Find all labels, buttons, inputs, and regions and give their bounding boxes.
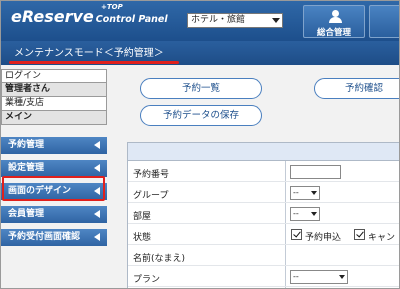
sidebar-item-settings-management[interactable]: 設定管理 <box>1 160 107 177</box>
plan-label: プラン <box>133 275 161 285</box>
highlight-underline <box>9 61 179 64</box>
triangle-left-icon <box>94 164 100 172</box>
chevron-down-icon <box>339 275 345 279</box>
group-label: グループ <box>133 191 169 201</box>
reservation-number-input[interactable] <box>290 165 341 179</box>
status-apply-checkbox[interactable] <box>291 229 302 240</box>
name-label: 名前(なまえ) <box>133 254 186 264</box>
user-info-panel: ログイン 管理者さん 業種/支店 メイン <box>1 69 107 125</box>
form-row-plan: プラン -- <box>128 267 399 287</box>
reservation-list-button[interactable]: 予約一覧 <box>140 78 262 99</box>
save-reservation-data-button[interactable]: 予約データの保存 <box>140 105 262 126</box>
sidebar-item-reservation-management[interactable]: 予約管理 <box>1 137 107 154</box>
room-select-value: -- <box>293 209 299 218</box>
top-link[interactable]: +TOP <box>101 3 123 11</box>
status-cancel-checkbox[interactable] <box>354 229 365 240</box>
triangle-left-icon <box>94 233 100 241</box>
form-row-reservation-number: 予約番号 <box>128 162 399 182</box>
sidebar-item-label: 予約受付画面確認 <box>8 232 81 242</box>
sidebar-item-label: 設定管理 <box>8 163 45 173</box>
form-row-room: 部屋 -- <box>128 204 399 224</box>
triangle-left-icon <box>94 141 100 149</box>
header-right-button[interactable] <box>369 5 399 38</box>
facility-select-value: ホテル・旅館 <box>191 15 246 25</box>
page-title: メンテナンスモード＜予約管理＞ <box>14 48 164 59</box>
sidebar-item-booking-screen-check[interactable]: 予約受付画面確認 <box>1 229 107 246</box>
group-select[interactable]: -- <box>290 186 320 200</box>
logo-sub-text: Control Panel <box>95 14 168 25</box>
plan-select-value: -- <box>293 272 299 281</box>
triangle-left-icon <box>94 210 100 218</box>
sidebar-item-member-management[interactable]: 会員管理 <box>1 206 107 223</box>
chevron-down-icon <box>272 18 280 23</box>
checkmark-icon <box>293 229 301 238</box>
login-label: ログイン <box>1 69 107 83</box>
main-label: メイン <box>1 111 107 125</box>
reservation-number-label: 予約番号 <box>133 170 170 180</box>
branch-label: 業種/支店 <box>1 97 107 111</box>
panel-header <box>128 143 399 161</box>
highlight-box <box>2 176 105 201</box>
group-select-value: -- <box>293 188 299 197</box>
form-row-group: グループ -- <box>128 183 399 203</box>
reservation-form-panel: 予約番号 グループ -- 部屋 -- 状態 予約申込 キャン 名前(なまえ) プ… <box>127 142 399 288</box>
room-select[interactable]: -- <box>290 207 320 221</box>
reservation-confirm-button[interactable]: 予約確認 <box>314 78 399 99</box>
logo-main-text: eReserve <box>11 7 94 26</box>
plan-select[interactable]: -- <box>290 270 348 284</box>
general-management-label: 総合管理 <box>316 28 351 38</box>
general-management-button[interactable]: 総合管理 <box>303 5 365 38</box>
status-cancel-label: キャン <box>368 233 396 243</box>
status-label: 状態 <box>133 233 152 243</box>
checkmark-icon <box>356 229 364 238</box>
chevron-down-icon <box>311 191 317 195</box>
app-logo: eReserve Control Panel <box>11 7 168 26</box>
chevron-down-icon <box>311 212 317 216</box>
status-apply-label: 予約申込 <box>305 233 342 243</box>
header-bar: eReserve Control Panel +TOP ホテル・旅館 総合管理 <box>1 1 399 41</box>
sidebar-item-label: 会員管理 <box>8 209 45 219</box>
facility-type-select[interactable]: ホテル・旅館 <box>187 13 283 28</box>
room-label: 部屋 <box>133 212 152 222</box>
form-row-status: 状態 予約申込 キャン <box>128 225 399 245</box>
person-icon <box>328 10 342 23</box>
form-row-name: 名前(なまえ) <box>128 246 399 266</box>
sidebar-item-label: 予約管理 <box>8 140 45 150</box>
app-window: eReserve Control Panel +TOP ホテル・旅館 総合管理 メ… <box>0 0 400 289</box>
user-name: 管理者さん <box>1 83 107 97</box>
